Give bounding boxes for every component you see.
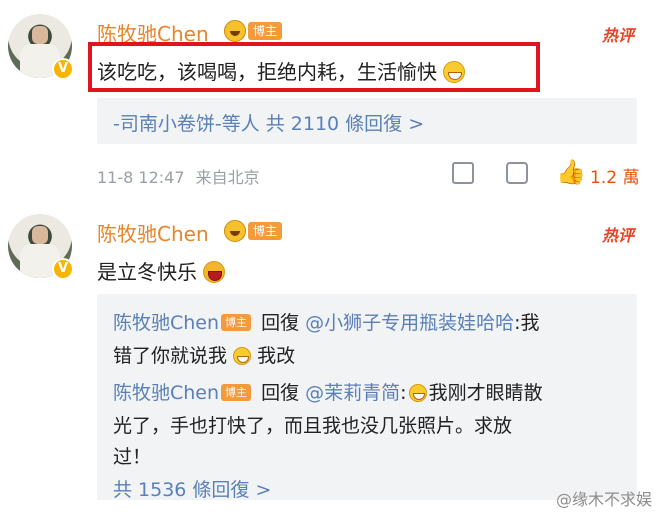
- reply-author[interactable]: 陈牧驰Chen: [113, 382, 219, 404]
- comment-2: V 陈牧驰Chen 博主 热评 是立冬快乐 陈牧驰Chen 博主 回復 @小狮子专…: [0, 200, 660, 524]
- blogger-tag: 博主: [221, 384, 252, 401]
- verified-badge-icon: V: [52, 58, 74, 80]
- reply-1-line-1: 陈牧驰Chen 博主 回復 @小狮子专用瓶装娃哈哈:我: [113, 308, 540, 335]
- thumbs-up-icon[interactable]: 👍: [556, 160, 586, 184]
- hot-comment-tag: 热评: [601, 26, 634, 45]
- reply-2-line-2: 光了，手也打快了，而且我也没几张照片。求放: [113, 415, 513, 437]
- comment-text-content: 该吃吃，该喝喝，拒绝内耗，生活愉快: [97, 60, 437, 84]
- verified-badge-icon: V: [52, 258, 74, 280]
- reply-2-line-3: 过！: [113, 446, 152, 468]
- reply-prefix: 回復: [255, 382, 306, 404]
- blogger-tag: 博主: [248, 22, 283, 40]
- mention-link[interactable]: @小狮子专用瓶装娃哈哈: [305, 312, 514, 334]
- fan-badge-icon: [224, 20, 246, 42]
- smile-emoji-icon: [408, 384, 427, 402]
- fan-badge-icon: [224, 220, 246, 242]
- reply-1-line-2: 错了你就说我 我改: [113, 341, 295, 368]
- reply-text: 错了你就说我: [113, 345, 228, 367]
- reply-text: :: [400, 382, 407, 404]
- laugh-emoji-icon: [203, 261, 226, 283]
- comment-icon[interactable]: [506, 162, 528, 184]
- reply-summary-link[interactable]: -司南小卷饼-等人 共 2110 條回復 >: [113, 109, 424, 136]
- comment-1: V 陈牧驰Chen 博主 热评 该吃吃，该喝喝，拒绝内耗，生活愉快 -司南小卷饼…: [0, 0, 660, 200]
- reply-author[interactable]: 陈牧驰Chen: [113, 312, 219, 334]
- avatar-face: [32, 226, 48, 244]
- reply-prefix: 回復: [255, 312, 306, 334]
- reply-text: 我刚才眼睛散: [428, 382, 543, 404]
- location: 来自北京: [195, 168, 260, 187]
- like-count: 1.2 萬: [590, 168, 640, 188]
- reply-text: :我: [514, 312, 540, 334]
- mention-link[interactable]: @茉莉青简: [305, 382, 400, 404]
- reply-thread-box: 陈牧驰Chen 博主 回復 @小狮子专用瓶装娃哈哈:我 错了你就说我 我改 陈牧驰…: [97, 294, 637, 502]
- comment-text: 是立冬快乐: [97, 256, 226, 285]
- timestamp: 11-8 12:47: [97, 168, 185, 187]
- share-icon[interactable]: [452, 162, 474, 184]
- total-replies-link[interactable]: 共 1536 條回復 >: [113, 475, 271, 502]
- comment-meta: 11-8 12:47 来自北京: [97, 164, 260, 188]
- watermark: @缘木不求娱: [555, 490, 652, 509]
- comment-text-content: 是立冬快乐: [97, 260, 197, 284]
- username[interactable]: 陈牧驰Chen: [97, 218, 209, 247]
- grin-emoji-icon: [443, 61, 466, 83]
- smile-emoji-icon: [233, 347, 252, 365]
- comment-text: 该吃吃，该喝喝，拒绝内耗，生活愉快: [97, 56, 466, 85]
- reply-text: 我改: [257, 345, 296, 367]
- hot-comment-tag: 热评: [601, 226, 634, 245]
- blogger-tag: 博主: [248, 222, 283, 240]
- reply-summary-box[interactable]: -司南小卷饼-等人 共 2110 條回復 >: [97, 98, 637, 144]
- avatar-face: [32, 26, 48, 44]
- reply-2-line-1: 陈牧驰Chen 博主 回復 @茉莉青简: 我刚才眼睛散: [113, 378, 543, 405]
- blogger-tag: 博主: [221, 314, 252, 331]
